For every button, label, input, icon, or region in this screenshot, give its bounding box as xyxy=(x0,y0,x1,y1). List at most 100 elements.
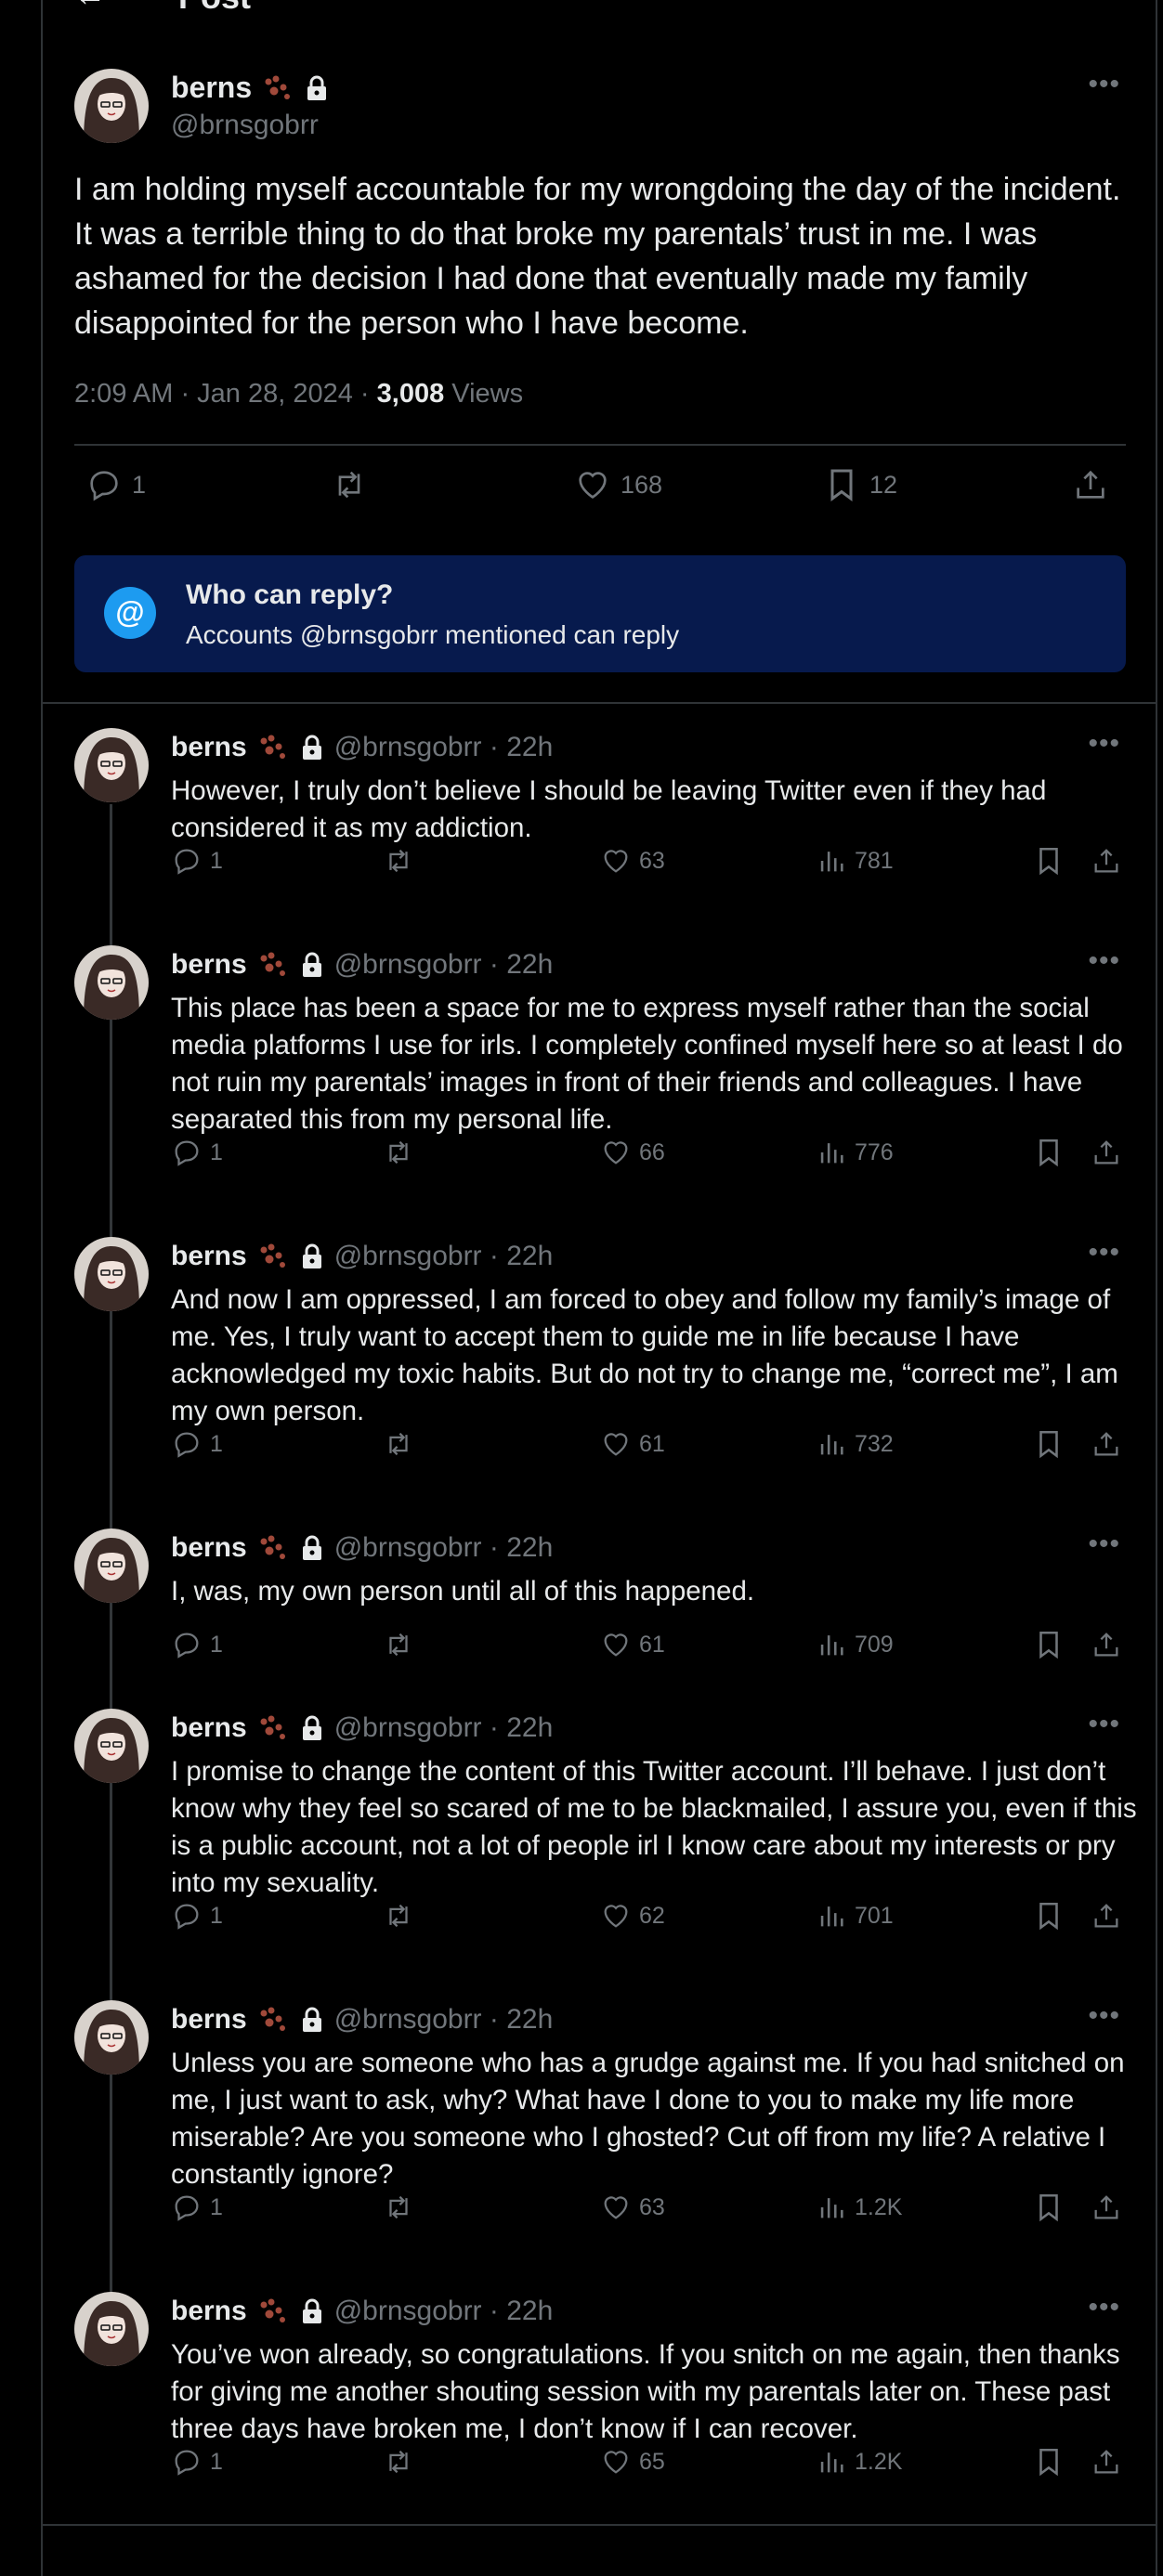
avatar[interactable] xyxy=(74,2000,149,2075)
repost-button[interactable] xyxy=(383,1137,414,1168)
author-handle[interactable]: @brnsgobrr · 22h xyxy=(334,1241,554,1272)
author-name[interactable]: berns xyxy=(171,2296,247,2327)
views-button[interactable]: 732 xyxy=(816,1428,894,1460)
arrow-left-icon[interactable]: ← xyxy=(74,0,106,14)
like-button[interactable]: 66 xyxy=(600,1137,665,1168)
bookmark-button[interactable] xyxy=(1033,845,1065,877)
like-button[interactable]: 168 xyxy=(574,466,662,503)
author-handle[interactable]: @brnsgobrr · 22h xyxy=(334,2296,554,2327)
share-button[interactable] xyxy=(1072,466,1109,503)
like-button[interactable]: 61 xyxy=(600,1629,665,1660)
author-handle[interactable]: @brnsgobrr · 22h xyxy=(334,732,554,763)
reply-button[interactable]: 1 xyxy=(171,845,223,877)
bookmark-button[interactable]: 12 xyxy=(823,466,897,503)
post-timestamp[interactable]: 2:09 AM · Jan 28, 2024 · xyxy=(74,379,377,409)
reply-button[interactable]: 1 xyxy=(171,2446,223,2478)
views-button[interactable]: 776 xyxy=(816,1137,894,1168)
author-name[interactable]: berns xyxy=(171,1241,247,1272)
author-name[interactable]: berns xyxy=(171,71,252,105)
avatar[interactable] xyxy=(74,945,149,1020)
avatar[interactable] xyxy=(74,1709,149,1783)
like-button[interactable]: 63 xyxy=(600,845,665,877)
views-button[interactable]: 701 xyxy=(816,1900,894,1932)
repost-button[interactable] xyxy=(383,1900,414,1932)
author-handle[interactable]: @brnsgobrr xyxy=(171,110,319,141)
like-button[interactable]: 63 xyxy=(600,2192,665,2223)
share-button[interactable] xyxy=(1091,1900,1122,1932)
like-count: 61 xyxy=(639,1631,665,1658)
who-can-reply-box: @ Who can reply? Accounts @brnsgobrr men… xyxy=(74,555,1126,672)
author-handle[interactable]: @brnsgobrr · 22h xyxy=(334,1532,554,1564)
bookmark-button[interactable] xyxy=(1033,1900,1065,1932)
bookmark-button[interactable] xyxy=(1033,1137,1065,1168)
repost-button[interactable] xyxy=(383,1428,414,1460)
bookmark-button[interactable] xyxy=(1033,2446,1065,2478)
bookmark-icon xyxy=(1039,1138,1058,1167)
views-button[interactable]: 1.2K xyxy=(816,2192,902,2223)
more-icon[interactable]: ••• xyxy=(1088,1709,1120,1740)
views-label: Views xyxy=(451,379,524,409)
reply-text: I promise to change the content of this … xyxy=(171,1756,1137,1898)
share-button[interactable] xyxy=(1091,1629,1122,1660)
author-name[interactable]: berns xyxy=(171,949,247,981)
share-button[interactable] xyxy=(1091,1137,1122,1168)
bookmark-button[interactable] xyxy=(1033,1629,1065,1660)
more-icon[interactable]: ••• xyxy=(1088,945,1120,977)
author-name[interactable]: berns xyxy=(171,1712,247,1744)
views-count: 776 xyxy=(855,1138,894,1165)
reply-button[interactable]: 1 xyxy=(171,1428,223,1460)
author-name[interactable]: berns xyxy=(171,1532,247,1564)
post-column: ← Post berns @brnsgobrr xyxy=(41,0,1157,2576)
more-icon[interactable]: ••• xyxy=(1088,728,1120,760)
reply-button[interactable]: 1 xyxy=(171,1137,223,1168)
avatar[interactable] xyxy=(74,728,149,802)
bookmark-button[interactable] xyxy=(1033,1428,1065,1460)
author-handle[interactable]: @brnsgobrr · 22h xyxy=(334,949,554,981)
more-icon[interactable]: ••• xyxy=(1088,1237,1120,1268)
reply-text: And now I am oppressed, I am forced to o… xyxy=(171,1284,1118,1426)
repost-button[interactable] xyxy=(383,2192,414,2223)
reply-icon xyxy=(175,2450,199,2476)
repost-button[interactable] xyxy=(383,1629,414,1660)
author-handle[interactable]: @brnsgobrr · 22h xyxy=(334,2004,554,2036)
more-icon[interactable]: ••• xyxy=(1088,2000,1120,2032)
like-button[interactable]: 61 xyxy=(600,1428,665,1460)
views-button[interactable]: 1.2K xyxy=(816,2446,902,2478)
paw-icon xyxy=(260,2007,285,2031)
views-button[interactable]: 709 xyxy=(816,1629,894,1660)
bookmark-button[interactable] xyxy=(1033,2192,1065,2223)
reply-actions: 1 61 732 xyxy=(171,1428,1137,1465)
reply-button[interactable]: 1 xyxy=(171,1629,223,1660)
like-count: 63 xyxy=(639,2193,665,2220)
reply-button[interactable]: 1 xyxy=(171,2192,223,2223)
repost-button[interactable] xyxy=(331,466,368,503)
share-button[interactable] xyxy=(1091,1428,1122,1460)
more-icon[interactable]: ••• xyxy=(1088,2292,1120,2323)
author-name-row: berns xyxy=(171,71,330,105)
views-button[interactable]: 781 xyxy=(816,845,894,877)
author-handle[interactable]: @brnsgobrr · 22h xyxy=(334,1712,554,1744)
more-icon[interactable]: ••• xyxy=(1088,69,1120,100)
like-button[interactable]: 62 xyxy=(600,1900,665,1932)
reply-button[interactable]: 1 xyxy=(85,466,146,503)
repost-button[interactable] xyxy=(383,2446,414,2478)
share-button[interactable] xyxy=(1091,2192,1122,2223)
share-icon xyxy=(1094,1140,1118,1164)
avatar[interactable] xyxy=(74,69,149,143)
repost-button[interactable] xyxy=(383,845,414,877)
share-button[interactable] xyxy=(1091,2446,1122,2478)
like-button[interactable]: 65 xyxy=(600,2446,665,2478)
avatar[interactable] xyxy=(74,1529,149,1603)
avatar[interactable] xyxy=(74,1237,149,1311)
reply-button[interactable]: 1 xyxy=(171,1900,223,1932)
paw-icon xyxy=(260,735,285,759)
like-icon xyxy=(604,1905,628,1928)
reply-count: 1 xyxy=(210,1138,223,1165)
author-name[interactable]: berns xyxy=(171,2004,247,2036)
avatar[interactable] xyxy=(74,2292,149,2366)
share-button[interactable] xyxy=(1091,845,1122,877)
bookmark-icon xyxy=(1039,1631,1058,1659)
author-name[interactable]: berns xyxy=(171,732,247,763)
paw-icon xyxy=(260,1243,285,1268)
more-icon[interactable]: ••• xyxy=(1088,1529,1120,1560)
